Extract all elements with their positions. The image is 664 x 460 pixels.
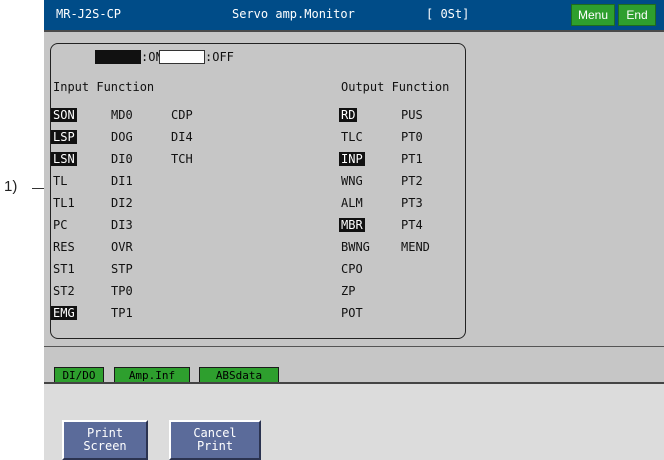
input-signal-lsp: LSP <box>51 130 77 144</box>
input-function-header: Input Function <box>53 80 155 94</box>
input-signal-md0: MD0 <box>111 108 133 122</box>
model-name: MR-J2S-CP <box>56 7 122 21</box>
legend-on: :ON <box>95 50 163 64</box>
hmi-screen: MR-J2S-CP Servo amp.Monitor [ 0St] Menu … <box>44 0 664 460</box>
output-signal-pt1: PT1 <box>401 152 423 166</box>
input-signal-emg: EMG <box>51 306 77 320</box>
input-signal-tl1: TL1 <box>53 196 75 210</box>
cancel-print-button[interactable]: Cancel Print <box>169 420 261 460</box>
input-signal-st2: ST2 <box>53 284 75 298</box>
output-signal-alm: ALM <box>341 196 363 210</box>
input-signal-son: SON <box>51 108 77 122</box>
input-signal-tch: TCH <box>171 152 193 166</box>
off-swatch <box>159 50 205 64</box>
output-signal-mbr: MBR <box>339 218 365 232</box>
input-signal-di3: DI3 <box>111 218 133 232</box>
output-signal-cpo: CPO <box>341 262 363 276</box>
input-signal-cdp: CDP <box>171 108 193 122</box>
input-signal-tl: TL <box>53 174 68 188</box>
output-signal-pot: POT <box>341 306 363 320</box>
output-signal-pt2: PT2 <box>401 174 423 188</box>
input-signal-di4: DI4 <box>171 130 193 144</box>
tab-bar: DI/DO Amp.Inf ABSdata <box>44 355 664 385</box>
print-screen-button[interactable]: Print Screen <box>62 420 148 460</box>
end-button[interactable]: End <box>618 4 656 26</box>
input-signal-res: RES <box>53 240 75 254</box>
callout-label: 1) <box>4 178 18 195</box>
screen-title: Servo amp.Monitor <box>232 7 355 21</box>
tab-abs-data[interactable]: ABSdata <box>199 367 279 383</box>
input-signal-tp0: TP0 <box>111 284 133 298</box>
input-signal-di1: DI1 <box>111 174 133 188</box>
output-function-header: Output Function <box>341 80 450 94</box>
menu-button[interactable]: Menu <box>571 4 615 26</box>
separator <box>44 346 664 347</box>
output-signal-rd: RD <box>339 108 358 122</box>
input-signal-stp: STP <box>111 262 133 276</box>
legend-off-label: :OFF <box>205 50 234 64</box>
cancel-print-line2: Print <box>196 439 234 453</box>
input-signal-dog: DOG <box>111 130 133 144</box>
print-screen-line2: Screen <box>83 439 127 453</box>
io-signal-panel: :ON :OFF Input Function Output Function … <box>50 43 466 339</box>
output-signal-wng: WNG <box>341 174 363 188</box>
output-signal-pt4: PT4 <box>401 218 423 232</box>
tab-di-do[interactable]: DI/DO <box>54 367 104 383</box>
callout: 1) <box>2 178 48 198</box>
output-signal-inp: INP <box>339 152 365 166</box>
title-bar: MR-J2S-CP Servo amp.Monitor [ 0St] Menu … <box>44 0 664 32</box>
input-signal-di2: DI2 <box>111 196 133 210</box>
output-signal-pus: PUS <box>401 108 423 122</box>
output-signal-pt0: PT0 <box>401 130 423 144</box>
bottom-bar: Print Screen Cancel Print <box>44 384 664 460</box>
input-signal-di0: DI0 <box>111 152 133 166</box>
input-signal-tp1: TP1 <box>111 306 133 320</box>
input-signal-pc: PC <box>53 218 68 232</box>
output-signal-bwng: BWNG <box>341 240 370 254</box>
output-signal-zp: ZP <box>341 284 356 298</box>
legend-off: :OFF <box>159 50 234 64</box>
tab-amp-inf[interactable]: Amp.Inf <box>114 367 190 383</box>
input-signal-ovr: OVR <box>111 240 133 254</box>
output-signal-pt3: PT3 <box>401 196 423 210</box>
output-signal-tlc: TLC <box>341 130 363 144</box>
input-signal-lsn: LSN <box>51 152 77 166</box>
on-swatch <box>95 50 141 64</box>
station-number: [ 0St] <box>426 7 470 21</box>
output-signal-mend: MEND <box>401 240 430 254</box>
input-signal-st1: ST1 <box>53 262 75 276</box>
